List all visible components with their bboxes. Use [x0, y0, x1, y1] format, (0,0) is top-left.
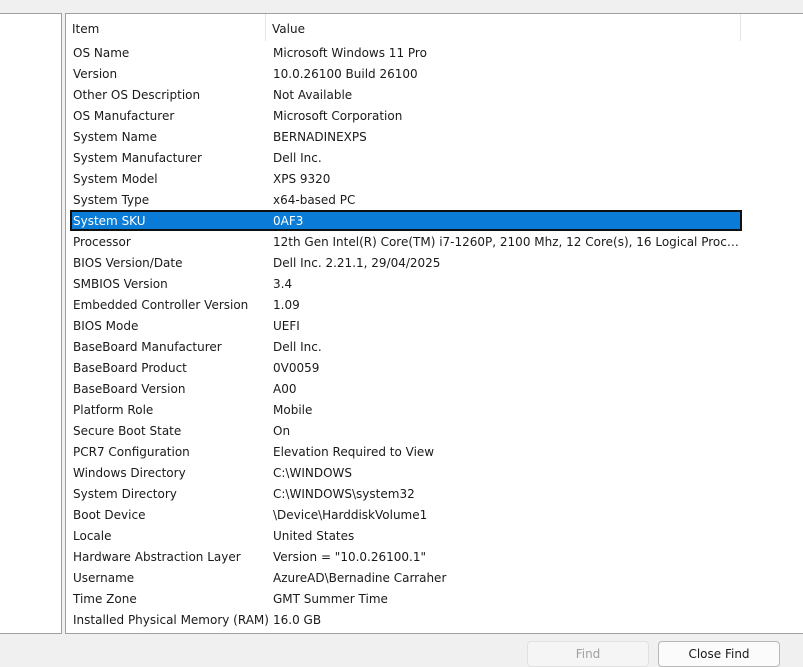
- row-value-cell: C:\WINDOWS\system32: [273, 486, 415, 501]
- row-value-cell: Microsoft Windows 11 Pro: [273, 45, 427, 60]
- row-item-cell: OS Name: [73, 45, 130, 60]
- row-item-cell: System Directory: [73, 486, 177, 501]
- table-row[interactable]: Boot Device \Device\HarddiskVolume1: [70, 504, 742, 525]
- table-row[interactable]: PCR7 Configuration Elevation Required to …: [70, 441, 742, 462]
- row-item-cell: Embedded Controller Version: [73, 297, 249, 312]
- row-value-cell: UEFI: [273, 318, 300, 333]
- row-item-cell: System Name: [73, 129, 157, 144]
- table-row[interactable]: System Model XPS 9320: [70, 168, 742, 189]
- row-item-cell: PCR7 Configuration: [73, 444, 190, 459]
- row-value-cell: C:\WINDOWS: [273, 465, 353, 480]
- row-value-cell: Not Available: [273, 87, 353, 102]
- row-item-cell: Version: [73, 66, 118, 81]
- row-item-cell: BaseBoard Version: [73, 381, 186, 396]
- row-value-cell: On: [273, 423, 291, 438]
- row-value-cell: \Device\HarddiskVolume1: [273, 507, 428, 522]
- table-row[interactable]: BaseBoard Version A00: [70, 378, 742, 399]
- table-row[interactable]: Windows Directory C:\WINDOWS: [70, 462, 742, 483]
- details-rows: OS Name Microsoft Windows 11 Pro Version 10…: [70, 42, 742, 630]
- table-row[interactable]: BIOS Version/Date Dell Inc. 2.21.1, 29/04…: [70, 252, 742, 273]
- row-item-cell: Time Zone: [73, 591, 137, 606]
- category-tree-pane[interactable]: [0, 13, 62, 634]
- table-row[interactable]: BIOS Mode UEFI: [70, 315, 742, 336]
- row-item-cell: OS Manufacturer: [73, 108, 175, 123]
- table-row[interactable]: System Type x64-based PC: [70, 189, 742, 210]
- table-row[interactable]: System Directory C:\WINDOWS\system32: [70, 483, 742, 504]
- table-row[interactable]: Processor 12th Gen Intel(R) Core(TM) i7-1…: [70, 231, 742, 252]
- row-item-cell: BaseBoard Manufacturer: [73, 339, 222, 354]
- table-row[interactable]: BaseBoard Product 0V0059: [70, 357, 742, 378]
- row-item-cell: SMBIOS Version: [73, 276, 168, 291]
- row-item-cell: Locale: [73, 528, 112, 543]
- row-value-cell: A00: [273, 381, 297, 396]
- table-row[interactable]: Version 10.0.26100 Build 26100: [70, 63, 742, 84]
- table-row[interactable]: System SKU 0AF3: [70, 210, 742, 231]
- row-value-cell: Dell Inc.: [273, 339, 322, 354]
- table-row[interactable]: Hardware Abstraction Layer Version = "10.…: [70, 546, 742, 567]
- row-item-cell: Hardware Abstraction Layer: [73, 549, 241, 564]
- window-top-strip: [0, 0, 803, 10]
- row-item-cell: Other OS Description: [73, 87, 201, 102]
- row-item-cell: Platform Role: [73, 402, 154, 417]
- row-value-cell: Dell Inc.: [273, 150, 322, 165]
- row-item-cell: System SKU: [73, 213, 146, 228]
- row-value-cell: 0AF3: [273, 213, 304, 228]
- row-value-cell: Microsoft Corporation: [273, 108, 403, 123]
- row-value-cell: GMT Summer Time: [273, 591, 388, 606]
- row-value-cell: Dell Inc. 2.21.1, 29/04/2025: [273, 255, 441, 270]
- row-item-cell: Username: [73, 570, 135, 585]
- table-row[interactable]: OS Name Microsoft Windows 11 Pro: [70, 42, 742, 63]
- table-row[interactable]: BaseBoard Manufacturer Dell Inc.: [70, 336, 742, 357]
- row-value-cell: Version = "10.0.26100.1": [273, 549, 427, 564]
- table-row[interactable]: Locale United States: [70, 525, 742, 546]
- table-row[interactable]: Installed Physical Memory (RAM) 16.0 GB: [70, 609, 742, 630]
- row-item-cell: Processor: [73, 234, 131, 249]
- table-row[interactable]: Embedded Controller Version 1.09: [70, 294, 742, 315]
- table-row[interactable]: SMBIOS Version 3.4: [70, 273, 742, 294]
- list-header: Item Value: [66, 14, 741, 41]
- row-item-cell: Secure Boot State: [73, 423, 182, 438]
- table-row[interactable]: System Manufacturer Dell Inc.: [70, 147, 742, 168]
- row-item-cell: System Type: [73, 192, 150, 207]
- row-item-cell: System Manufacturer: [73, 150, 202, 165]
- row-item-cell: Boot Device: [73, 507, 146, 522]
- row-value-cell: Elevation Required to View: [273, 444, 435, 459]
- table-row[interactable]: Other OS Description Not Available: [70, 84, 742, 105]
- table-row[interactable]: System Name BERNADINEXPS: [70, 126, 742, 147]
- row-item-cell: BaseBoard Product: [73, 360, 187, 375]
- row-value-cell: 3.4: [273, 276, 293, 291]
- row-item-cell: System Model: [73, 171, 158, 186]
- table-row[interactable]: Username AzureAD\Bernadine Carraher: [70, 567, 742, 588]
- row-value-cell: 1.09: [273, 297, 300, 312]
- row-value-cell: Mobile: [273, 402, 313, 417]
- table-row[interactable]: Secure Boot State On: [70, 420, 742, 441]
- details-list-pane[interactable]: Item Value OS Name Microsoft Windows 11 P…: [65, 13, 803, 634]
- close-find-button[interactable]: Close Find: [658, 641, 780, 667]
- column-header-item[interactable]: Item: [66, 14, 266, 41]
- row-item-cell: BIOS Mode: [73, 318, 139, 333]
- row-value-cell: BERNADINEXPS: [273, 129, 367, 144]
- row-item-cell: BIOS Version/Date: [73, 255, 183, 270]
- row-value-cell: XPS 9320: [273, 171, 331, 186]
- table-row[interactable]: OS Manufacturer Microsoft Corporation: [70, 105, 742, 126]
- row-value-cell: 0V0059: [273, 360, 320, 375]
- find-button[interactable]: Find: [527, 641, 649, 667]
- row-value-cell: 12th Gen Intel(R) Core(TM) i7-1260P, 210…: [273, 234, 740, 249]
- row-value-cell: AzureAD\Bernadine Carraher: [273, 570, 447, 585]
- table-row[interactable]: Platform Role Mobile: [70, 399, 742, 420]
- row-value-cell: United States: [273, 528, 355, 543]
- row-item-cell: Installed Physical Memory (RAM): [73, 612, 269, 627]
- row-value-cell: 10.0.26100 Build 26100: [273, 66, 418, 81]
- table-row[interactable]: Time Zone GMT Summer Time: [70, 588, 742, 609]
- row-value-cell: 16.0 GB: [273, 612, 322, 627]
- row-item-cell: Windows Directory: [73, 465, 186, 480]
- row-value-cell: x64-based PC: [273, 192, 356, 207]
- column-header-value[interactable]: Value: [266, 14, 741, 41]
